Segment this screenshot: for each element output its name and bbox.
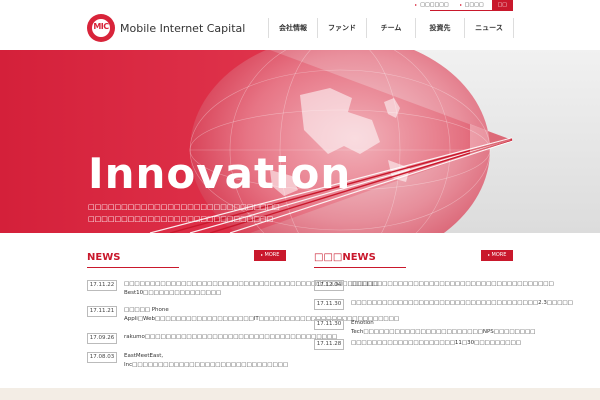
nav-item-team[interactable]: チーム bbox=[367, 18, 416, 38]
nav-item-news[interactable]: ニュース bbox=[465, 18, 514, 38]
portfolio-news-date: 17.11.30 bbox=[314, 299, 344, 310]
nav-item-fund[interactable]: ファンド bbox=[318, 18, 367, 38]
site-logo[interactable]: MIC Mobile Internet Capital bbox=[87, 14, 245, 42]
news-item[interactable]: 17.08.03 EastMeetEast, Inc□□□□□□□□□□□□□□… bbox=[87, 352, 288, 370]
footer-band bbox=[0, 388, 600, 400]
logo-mark-icon: MIC bbox=[87, 14, 115, 42]
portfolio-news-date: 17.11.30 bbox=[314, 319, 344, 330]
news-more-button[interactable]: MORE bbox=[254, 250, 286, 261]
nav-item-company[interactable]: 会社情報 bbox=[269, 18, 318, 38]
hero-banner: Innovation □□□□□□□□□□□□□□□□□□□□□□□□□□□□□… bbox=[0, 50, 600, 233]
portfolio-news-title-underline bbox=[314, 267, 406, 268]
global-nav: 会社情報 ファンド チーム 投資先 ニュース bbox=[268, 18, 514, 38]
site-header: MIC Mobile Internet Capital □□□□□□ □□□□ … bbox=[0, 0, 600, 50]
portfolio-news-text[interactable]: □□□□□□□□□□□□□□□□□□□□□□□□□□□□□□□□□□□□□□□ bbox=[351, 280, 554, 291]
hero-subtitle-line: □□□□□□□□□□□□□□□□□□□□□□□□□□□□□ bbox=[88, 203, 280, 211]
news-item[interactable]: 17.11.22 □□□□□□□□□□□□□□□□□□□□□□□□□□□□□□□… bbox=[87, 280, 379, 298]
nav-item-portfolio[interactable]: 投資先 bbox=[416, 18, 465, 38]
hero-subtitle-line: □□□□□□□□□□□□□□□□□□□□□□□□□□□□ bbox=[88, 215, 274, 223]
portfolio-news-item[interactable]: 17.11.30 Emotion Tech□□□□□□□□□□□□□□□□□□□… bbox=[314, 319, 535, 337]
news-item[interactable]: 17.11.21 □□□□□ Phone Appli□Web□□□□□□□□□□… bbox=[87, 306, 399, 324]
news-date: 17.08.03 bbox=[87, 352, 117, 363]
news-section: NEWS MORE 17.11.22 □□□□□□□□□□□□□□□□□□□□□… bbox=[87, 250, 399, 368]
logo-text: Mobile Internet Capital bbox=[120, 21, 246, 35]
portfolio-news-text[interactable]: □□□□□□□□□□□□□□□□□□□□□□□□□□□□□□□□□□□□2.3□… bbox=[351, 299, 573, 310]
news-date: 17.11.21 bbox=[87, 306, 117, 317]
portfolio-news-text[interactable]: Emotion Tech□□□□□□□□□□□□□□□□□□□□□□□NPS□□… bbox=[351, 319, 535, 337]
news-item[interactable]: 17.09.26 rakumo□□□□□□□□□□□□□□□□□□□□□□□□□… bbox=[87, 333, 337, 344]
portfolio-news-more-button[interactable]: MORE bbox=[481, 250, 513, 261]
hero-subtitle: □□□□□□□□□□□□□□□□□□□□□□□□□□□□□ □□□□□□□□□□… bbox=[88, 201, 288, 225]
news-text[interactable]: □□□□□□□□□□□□□□□□□□□□□□□□□□□□□□□□□□□□□□□□… bbox=[124, 280, 379, 298]
news-date: 17.09.26 bbox=[87, 333, 117, 344]
news-title-underline bbox=[87, 267, 179, 268]
news-text[interactable]: □□□□□ Phone Appli□Web□□□□□□□□□□□□□□□□□□□… bbox=[124, 306, 399, 324]
hero-title: Innovation bbox=[88, 149, 352, 198]
portfolio-news-item[interactable]: 17.11.28 □□□□□□□□□□□□□□□□□□□□11□30□□□□□□… bbox=[314, 339, 521, 350]
portfolio-news-section: □□□NEWS MORE 17.12.04 □□□□□□□□□□□□□□□□□□… bbox=[314, 250, 573, 350]
portfolio-news-item[interactable]: 17.12.04 □□□□□□□□□□□□□□□□□□□□□□□□□□□□□□□… bbox=[314, 280, 554, 291]
portfolio-news-date: 17.11.28 bbox=[314, 339, 344, 350]
portfolio-news-item[interactable]: 17.11.30 □□□□□□□□□□□□□□□□□□□□□□□□□□□□□□□… bbox=[314, 299, 573, 310]
utility-divider bbox=[430, 10, 513, 11]
news-text[interactable]: rakumo□□□□□□□□□□□□□□□□□□□□□□□□□□□□□□□□□□… bbox=[124, 333, 337, 344]
portfolio-news-date: 17.12.04 bbox=[314, 280, 344, 291]
portfolio-news-text[interactable]: □□□□□□□□□□□□□□□□□□□□11□30□□□□□□□□□ bbox=[351, 339, 521, 350]
news-date: 17.11.22 bbox=[87, 280, 117, 291]
news-text[interactable]: EastMeetEast, Inc□□□□□□□□□□□□□□□□□□□□□□□… bbox=[124, 352, 288, 370]
